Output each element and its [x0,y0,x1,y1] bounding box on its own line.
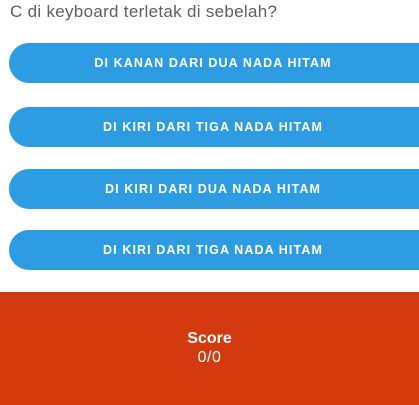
answer-label-4: DI KIRI DARI TIGA NADA HITAM [103,243,323,257]
quiz-screen: C di keyboard terletak di sebelah? DI KA… [0,0,419,405]
score-panel: Score 0/0 [0,292,419,405]
answer-label-1: DI KANAN DARI DUA NADA HITAM [94,56,332,70]
answer-button-2[interactable]: DI KIRI DARI TIGA NADA HITAM [9,107,419,147]
answer-label-3: DI KIRI DARI DUA NADA HITAM [104,182,322,196]
question-text: C di keyboard terletak di sebelah? [10,2,278,21]
answer-label-2: DI KIRI DARI TIGA NADA HITAM [103,120,323,134]
score-value: 0/0 [197,348,222,366]
answer-button-1[interactable]: DI KANAN DARI DUA NADA HITAM [9,43,419,83]
answer-button-4[interactable]: DI KIRI DARI TIGA NADA HITAM [9,230,419,270]
score-label: Score [187,329,232,347]
answer-button-3[interactable]: DI KIRI DARI DUA NADA HITAM [9,169,419,209]
